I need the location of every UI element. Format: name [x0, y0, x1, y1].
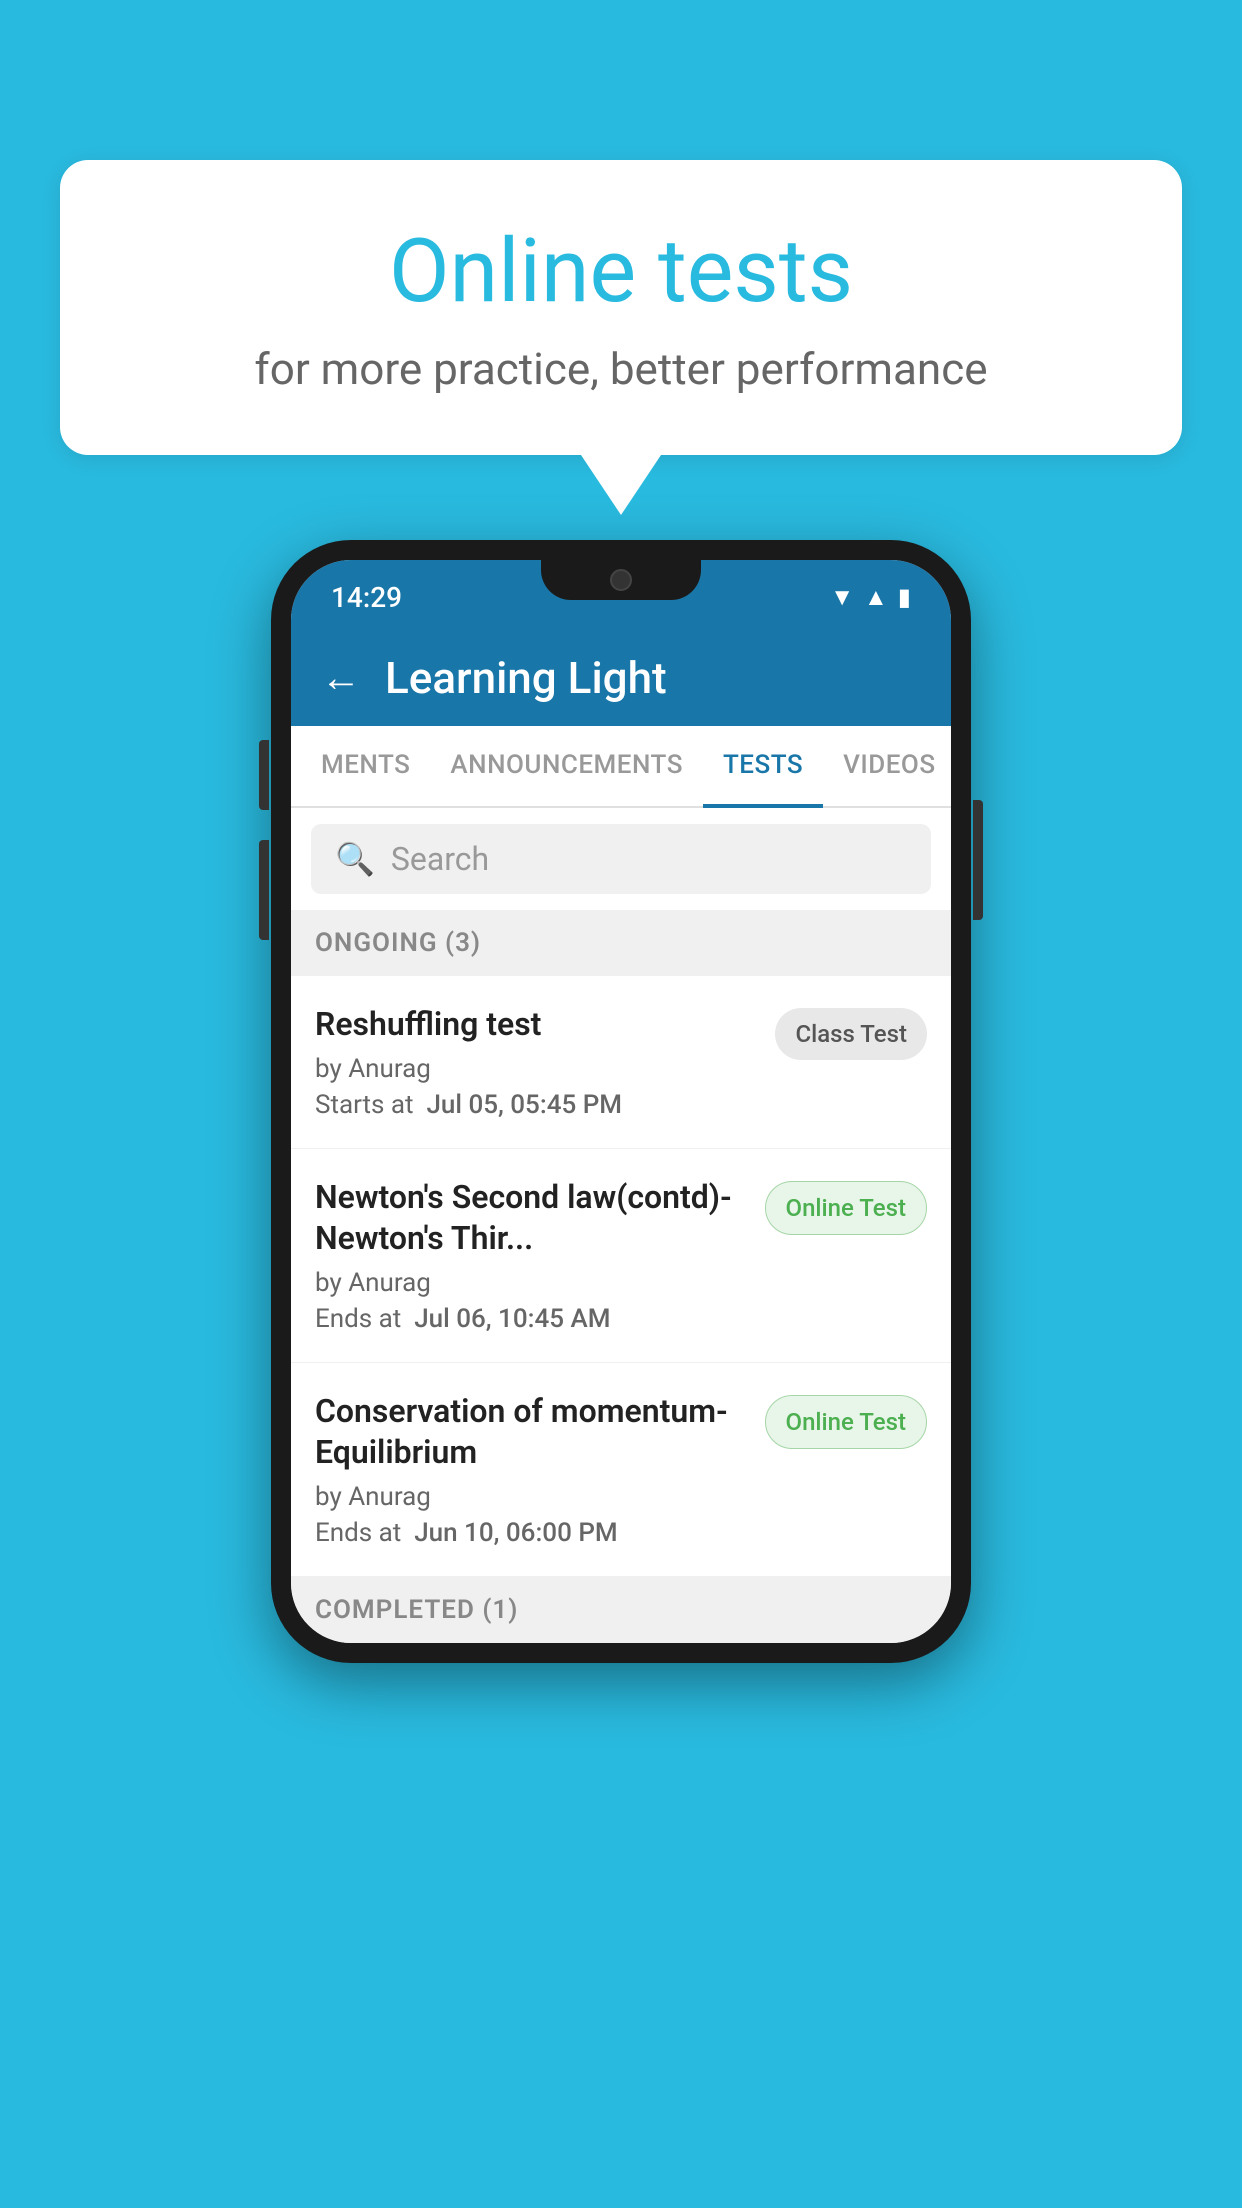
status-time: 14:29 — [331, 581, 402, 614]
test-name: Reshuffling test — [315, 1004, 759, 1046]
back-button[interactable]: ← — [321, 658, 361, 698]
test-info: Conservation of momentum-Equilibrium by … — [315, 1391, 765, 1548]
status-icons: ▼ ▲ ▮ — [830, 583, 911, 612]
phone-mockup: 14:29 ▼ ▲ ▮ ← Learning Light MENTS ANNOU… — [271, 540, 971, 1663]
search-input-wrapper[interactable]: 🔍 Search — [311, 824, 931, 894]
tabs-bar: MENTS ANNOUNCEMENTS TESTS VIDEOS — [291, 726, 951, 808]
app-header: ← Learning Light — [291, 630, 951, 726]
phone-camera — [610, 569, 632, 591]
speech-bubble-title: Online tests — [140, 220, 1102, 323]
signal-icon: ▲ — [864, 583, 888, 612]
search-icon: 🔍 — [335, 840, 375, 878]
completed-section-header: COMPLETED (1) — [291, 1577, 951, 1643]
speech-bubble-section: Online tests for more practice, better p… — [60, 160, 1182, 515]
battery-icon: ▮ — [898, 583, 911, 611]
test-info: Newton's Second law(contd)-Newton's Thir… — [315, 1177, 765, 1334]
test-name: Newton's Second law(contd)-Newton's Thir… — [315, 1177, 749, 1260]
test-time: Ends at Jun 10, 06:00 PM — [315, 1518, 749, 1548]
phone-frame: 14:29 ▼ ▲ ▮ ← Learning Light MENTS ANNOU… — [271, 540, 971, 1663]
test-item[interactable]: Reshuffling test by Anurag Starts at Jul… — [291, 976, 951, 1149]
test-item[interactable]: Newton's Second law(contd)-Newton's Thir… — [291, 1149, 951, 1363]
phone-screen: 14:29 ▼ ▲ ▮ ← Learning Light MENTS ANNOU… — [291, 560, 951, 1643]
test-author: by Anurag — [315, 1482, 749, 1512]
test-badge-online: Online Test — [765, 1181, 927, 1235]
search-container: 🔍 Search — [291, 808, 951, 910]
phone-side-btn-volume-up — [259, 740, 269, 810]
test-author: by Anurag — [315, 1268, 749, 1298]
phone-side-btn-volume-down — [259, 840, 269, 940]
test-time: Starts at Jul 05, 05:45 PM — [315, 1090, 759, 1120]
test-time: Ends at Jul 06, 10:45 AM — [315, 1304, 749, 1334]
speech-bubble-arrow — [581, 455, 661, 515]
speech-bubble: Online tests for more practice, better p… — [60, 160, 1182, 455]
phone-side-btn-power — [973, 800, 983, 920]
tab-ments[interactable]: MENTS — [301, 726, 430, 806]
test-name: Conservation of momentum-Equilibrium — [315, 1391, 749, 1474]
app-title: Learning Light — [385, 652, 667, 704]
tab-videos[interactable]: VIDEOS — [823, 726, 951, 806]
test-author: by Anurag — [315, 1054, 759, 1084]
test-badge-online: Online Test — [765, 1395, 927, 1449]
phone-notch — [541, 560, 701, 600]
test-info: Reshuffling test by Anurag Starts at Jul… — [315, 1004, 775, 1120]
wifi-icon: ▼ — [830, 583, 854, 612]
ongoing-section-label: ONGOING (3) — [315, 928, 481, 958]
test-list: Reshuffling test by Anurag Starts at Jul… — [291, 976, 951, 1577]
completed-section-label: COMPLETED (1) — [315, 1595, 518, 1625]
test-item[interactable]: Conservation of momentum-Equilibrium by … — [291, 1363, 951, 1577]
tab-announcements[interactable]: ANNOUNCEMENTS — [430, 726, 703, 806]
search-input[interactable]: Search — [391, 840, 489, 878]
tab-tests[interactable]: TESTS — [703, 726, 823, 808]
test-badge-class: Class Test — [775, 1008, 927, 1060]
ongoing-section-header: ONGOING (3) — [291, 910, 951, 976]
speech-bubble-subtitle: for more practice, better performance — [140, 343, 1102, 395]
